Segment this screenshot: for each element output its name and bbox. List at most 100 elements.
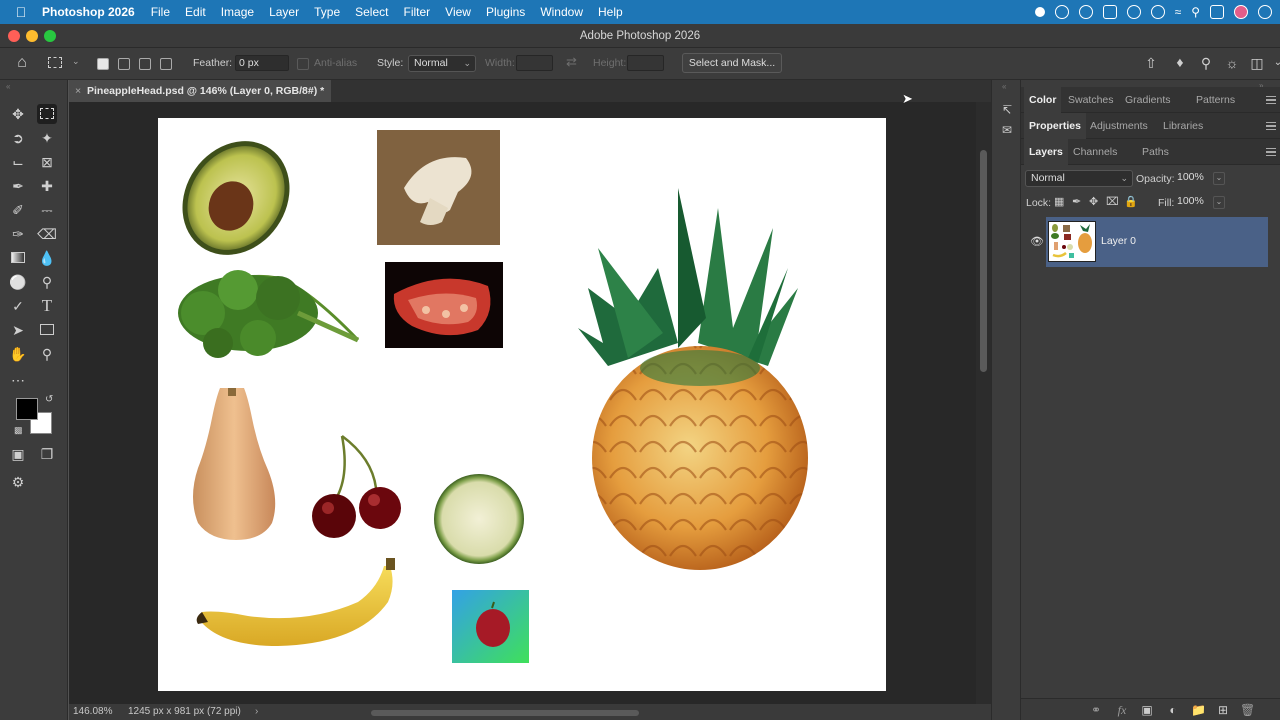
discover-icon[interactable]: ☼ [1222,53,1242,73]
siri-icon[interactable] [1258,5,1272,19]
history-panel-icon[interactable]: ↸ [997,100,1017,120]
blend-mode-select[interactable]: Normal ⌄ [1025,170,1133,187]
workspace-icon[interactable]: ◫ [1247,53,1267,73]
menu-image[interactable]: Image [221,5,254,19]
type-tool-icon[interactable]: T [37,296,57,316]
hand-tool-icon[interactable]: ✋ [8,344,28,364]
width-input[interactable] [516,55,553,71]
zoom-level[interactable]: 146.08% [73,704,112,720]
layer-row[interactable]: Layer 0 [1046,217,1268,267]
vertical-scrollbar[interactable] [976,102,991,704]
user-avatar-icon[interactable] [1234,5,1248,19]
marquee-preset-icon[interactable] [48,57,62,68]
tab-paths[interactable]: Paths [1137,139,1174,165]
search-icon[interactable]: ⚲ [1196,53,1216,73]
time-machine-icon[interactable] [1126,5,1141,19]
dodge-tool-icon[interactable]: ⚪ [8,272,28,292]
path-selection-tool-icon[interactable]: ➤ [8,320,28,340]
eraser-tool-icon[interactable]: ⌫ [37,224,57,244]
close-tab-icon[interactable]: × [75,80,81,102]
close-window-button[interactable] [8,30,20,42]
tab-channels[interactable]: Channels [1068,139,1122,165]
link-layers-icon[interactable]: ⚭ [1089,703,1103,717]
creative-cloud-icon[interactable] [1054,5,1069,19]
opacity-dropdown-icon[interactable]: ⌄ [1213,172,1225,185]
move-tool-icon[interactable]: ✥ [8,104,28,124]
vertical-scroll-thumb[interactable] [980,150,987,372]
pen-tool-icon[interactable]: ✓ [8,296,28,316]
comments-panel-icon[interactable]: ✉ [997,120,1017,140]
style-select[interactable]: Normal ⌄ [408,55,476,72]
lock-pixels-icon[interactable]: ✒ [1072,195,1081,208]
new-layer-icon[interactable]: ⊞ [1216,703,1230,717]
antialias-checkbox[interactable] [297,58,309,70]
swap-icon[interactable]: ⇄ [566,54,577,70]
gradient-tool-icon[interactable] [8,248,28,268]
lasso-tool-icon[interactable]: ➲ [8,128,28,148]
menu-app-name[interactable]: Photoshop 2026 [42,5,135,19]
menu-file[interactable]: File [151,5,170,19]
layer-name[interactable]: Layer 0 [1101,235,1136,247]
tab-properties[interactable]: Properties [1024,113,1086,139]
screen-mode-icon[interactable]: ❐ [37,444,57,464]
crop-tool-icon[interactable]: ⌙ [8,152,28,172]
zoom-tool-icon[interactable]: ⚲ [37,344,57,364]
zoom-window-button[interactable] [44,30,56,42]
intersect-selection-icon[interactable] [160,58,172,70]
eyedropper-tool-icon[interactable]: ✒ [8,176,28,196]
panel-menu-icon[interactable] [1266,148,1276,156]
horizontal-scroll-thumb[interactable] [371,710,639,716]
tab-libraries[interactable]: Libraries [1158,113,1208,139]
display-icon[interactable] [1102,5,1117,19]
document-canvas[interactable] [158,118,886,691]
chevron-down-icon[interactable]: ⌄ [1268,53,1280,73]
layer-style-icon[interactable]: fx [1115,703,1129,717]
rectangular-marquee-tool-icon[interactable] [37,104,57,124]
magic-wand-tool-icon[interactable]: ✦ [37,128,57,148]
menu-layer[interactable]: Layer [269,5,299,19]
default-colors-icon[interactable]: ▩ [14,425,23,436]
select-and-mask-button[interactable]: Select and Mask... [682,53,782,73]
share-icon[interactable]: ⇧ [1141,53,1161,73]
apple-menu-icon[interactable]:  [0,4,42,20]
tab-adjustments[interactable]: Adjustments [1085,113,1153,139]
menu-help[interactable]: Help [598,5,623,19]
control-center-icon[interactable] [1210,5,1224,19]
sponge-tool-icon[interactable]: ⚲ [37,272,57,292]
more-tools-icon[interactable]: ⋯ [8,370,28,390]
height-input[interactable] [627,55,664,71]
menu-view[interactable]: View [445,5,471,19]
add-selection-icon[interactable] [118,58,130,70]
foreground-color-front[interactable] [16,398,38,420]
add-mask-icon[interactable]: ▣ [1140,703,1154,717]
tab-gradients[interactable]: Gradients [1120,87,1176,113]
menu-edit[interactable]: Edit [185,5,206,19]
menu-filter[interactable]: Filter [403,5,430,19]
new-selection-icon[interactable] [97,58,109,70]
chevron-down-icon[interactable]: ⌄ [72,56,80,67]
fill-dropdown-icon[interactable]: ⌄ [1213,196,1225,209]
tab-color[interactable]: Color [1024,87,1062,113]
collapse-icon[interactable]: « [6,82,10,91]
minimize-window-button[interactable] [26,30,38,42]
subtract-selection-icon[interactable] [139,58,151,70]
brush-tool-icon[interactable]: ✐ [8,200,28,220]
swap-colors-icon[interactable]: ↺ [45,394,53,405]
document-tab[interactable]: × PineappleHead.psd @ 146% (Layer 0, RGB… [69,80,331,102]
quick-mask-icon[interactable]: ▣ [8,444,28,464]
visibility-eye-icon[interactable]: 👁 [1030,235,1044,248]
lock-transparent-icon[interactable]: ▦ [1054,195,1064,208]
lock-position-icon[interactable]: ✥ [1089,195,1098,208]
new-group-icon[interactable]: 📁 [1191,703,1206,717]
play-icon[interactable] [1150,5,1165,19]
record-icon[interactable] [1034,7,1045,17]
menu-type[interactable]: Type [314,5,340,19]
lock-all-icon[interactable]: 🔒 [1124,195,1138,208]
clone-stamp-tool-icon[interactable]: ⎓ [37,200,57,220]
home-icon[interactable]: ⌂ [12,53,32,73]
menu-window[interactable]: Window [540,5,583,19]
blur-tool-icon[interactable]: 💧 [37,248,57,268]
tab-patterns[interactable]: Patterns [1191,87,1240,113]
menu-select[interactable]: Select [355,5,388,19]
panel-menu-icon[interactable] [1266,122,1276,130]
